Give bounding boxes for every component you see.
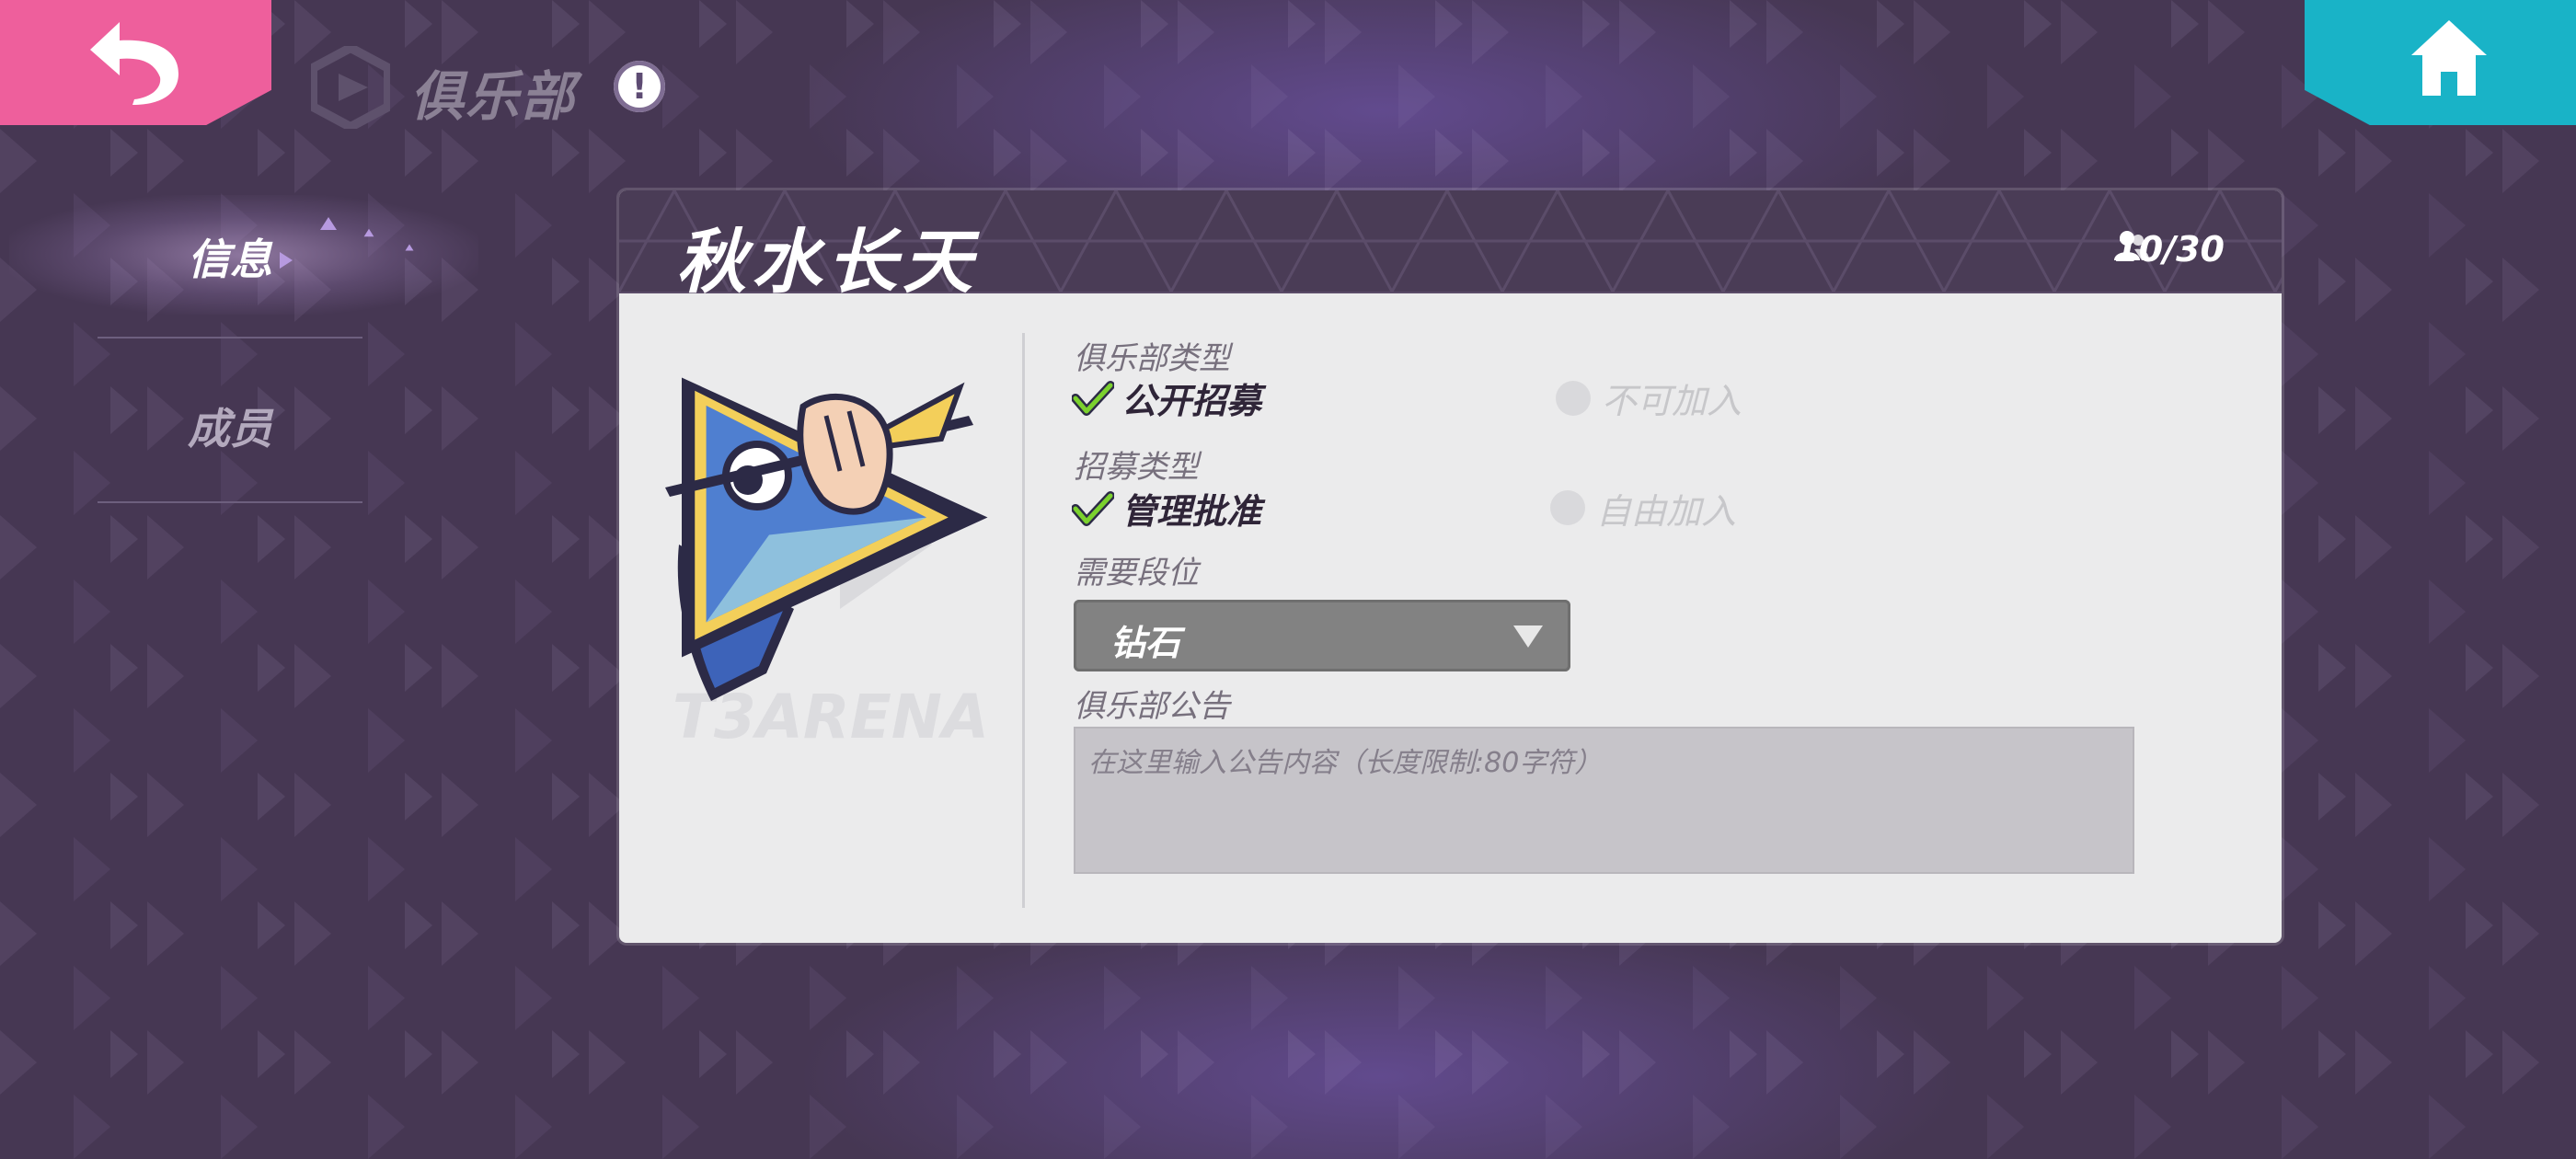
- home-icon: [2411, 20, 2487, 96]
- sidebar-divider: [98, 337, 362, 339]
- option-no-join[interactable]: 不可加入: [1602, 373, 1742, 423]
- check-icon: [1072, 381, 1114, 416]
- club-header: 秋水长天 10/30: [619, 190, 2282, 303]
- sidebar-item-info[interactable]: 信息: [129, 226, 331, 287]
- club-emblem[interactable]: T3ARENA: [656, 351, 1006, 775]
- option-free-join[interactable]: 自由加入: [1596, 483, 1736, 534]
- member-count: 10/30: [2114, 229, 2225, 270]
- sidebar-item-members[interactable]: 成员: [129, 396, 331, 456]
- club-name: 秋水长天: [676, 221, 978, 303]
- option-public-recruit[interactable]: 公开招募: [1121, 373, 1261, 423]
- back-arrow-icon: [90, 22, 178, 105]
- rank-dropdown-value: 钻石: [1110, 623, 1181, 663]
- club-info-panel: 秋水长天 10/30 T3ARENA 俱乐部类型 公开招募 不可加入 招募类型 …: [619, 190, 2282, 943]
- radio-unselected-icon[interactable]: [1556, 381, 1591, 416]
- club-notice-label: 俱乐部公告: [1074, 688, 1230, 725]
- sidebar-divider: [98, 501, 362, 503]
- chevron-down-icon: [1513, 625, 1543, 648]
- members-icon: [2114, 231, 2150, 260]
- sparkle-icon: [405, 244, 414, 251]
- sparkle-icon: [363, 228, 374, 237]
- club-logo-icon: [311, 46, 390, 129]
- panel-divider: [1022, 333, 1025, 908]
- info-icon[interactable]: !: [614, 61, 665, 112]
- recruit-type-label: 招募类型: [1074, 449, 1199, 486]
- radio-unselected-icon[interactable]: [1550, 490, 1585, 525]
- club-type-label: 俱乐部类型: [1074, 340, 1230, 377]
- home-button[interactable]: [2305, 0, 2576, 125]
- option-admin-approval[interactable]: 管理批准: [1121, 483, 1261, 534]
- active-marker-icon: [280, 252, 293, 269]
- page-title: 俱乐部: [410, 65, 577, 128]
- club-notice-input[interactable]: [1074, 727, 2134, 874]
- rank-dropdown[interactable]: 钻石: [1074, 600, 1570, 671]
- back-button[interactable]: [0, 0, 271, 125]
- required-rank-label: 需要段位: [1074, 555, 1199, 591]
- check-icon: [1072, 491, 1114, 526]
